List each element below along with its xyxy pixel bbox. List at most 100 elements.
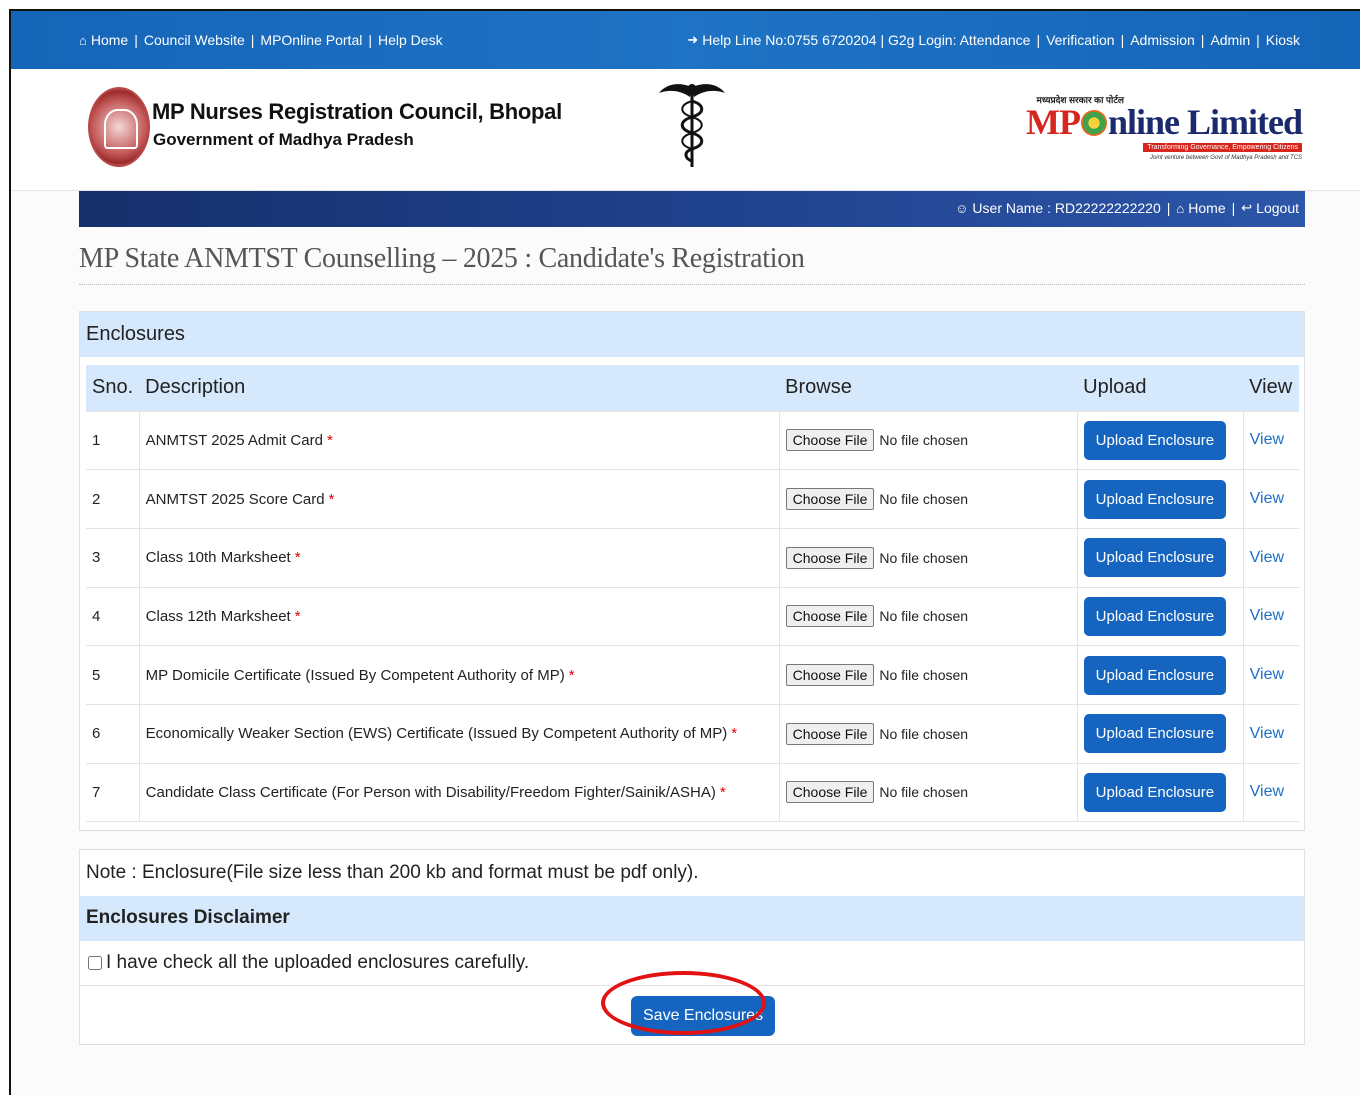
required-asterisk: * [719,783,726,801]
logout-link[interactable]: Logout [1256,200,1299,216]
table-row: 2 ANMTST 2025 Score Card * Choose File No fi… [86,469,1299,529]
view-link[interactable]: View [1250,783,1284,800]
col-description: Description [139,365,780,411]
row-description-text: Candidate Class Certificate (For Person … [145,783,716,801]
disclaimer-checkbox[interactable] [88,956,102,970]
row-upload: Upload Enclosure [1077,762,1244,823]
upload-enclosure-button[interactable]: Upload Enclosure [1083,772,1227,812]
table-row: 1 ANMTST 2025 Admit Card * Choose File No fi… [86,410,1299,470]
row-sno: 4 [86,586,140,646]
top-nav-left: ⌂ Home | Council Website | MPOnline Port… [79,32,443,48]
upload-enclosure-button[interactable]: Upload Enclosure [1083,479,1227,519]
file-input: Choose File No file chosen [785,781,1071,804]
row-description-text: MP Domicile Certificate (Issued By Compe… [145,666,565,684]
nav-admin-link[interactable]: Admin [1210,32,1250,48]
no-file-chosen-text: No file chosen [879,784,969,801]
choose-file-button[interactable]: Choose File [785,546,875,569]
upload-enclosure-button[interactable]: Upload Enclosure [1083,596,1227,636]
view-link[interactable]: View [1250,666,1284,683]
logout-icon: ↩ [1241,200,1253,215]
page-title: MP State ANMTST Counselling – 2025 : Can… [79,243,805,274]
row-description: Class 10th Marksheet * [139,527,780,588]
user-home-link[interactable]: Home [1188,200,1225,216]
row-description: ANMTST 2025 Score Card * [139,469,780,529]
file-input: Choose File No file chosen [785,546,1071,569]
top-nav-bar: ⌂ Home | Council Website | MPOnline Port… [11,11,1360,69]
nav-verification-link[interactable]: Verification [1046,32,1114,48]
nav-help-desk-link[interactable]: Help Desk [378,32,443,48]
row-sno: 7 [86,762,140,823]
username-label: User Name : RD22222222220 [972,200,1161,216]
row-description: Economically Weaker Section (EWS) Certif… [139,703,780,764]
enclosures-table-body: 1 ANMTST 2025 Admit Card * Choose File No fi… [86,410,1299,823]
title-divider [79,284,1305,285]
row-view: View [1243,762,1299,823]
choose-file-button[interactable]: Choose File [785,488,875,511]
top-nav-right: ➜ Help Line No:0755 6720204 | G2g Login:… [687,32,1300,48]
mponline-tagline: Transforming Governance, Empowering Citi… [1143,143,1302,152]
table-row: 4 Class 12th Marksheet * Choose File No file… [86,586,1299,646]
row-sno: 1 [86,410,140,470]
view-link[interactable]: View [1250,431,1284,448]
row-view: View [1243,469,1299,529]
required-asterisk: * [568,666,575,684]
row-description: Class 12th Marksheet * [139,586,780,646]
choose-file-button[interactable]: Choose File [785,664,875,687]
row-view: View [1243,410,1299,470]
upload-enclosure-button[interactable]: Upload Enclosure [1083,420,1227,460]
file-input: Choose File No file chosen [785,605,1071,628]
view-link[interactable]: View [1250,490,1284,507]
row-upload: Upload Enclosure [1077,645,1244,705]
nav-home-link[interactable]: Home [91,32,128,48]
choose-file-button[interactable]: Choose File [785,605,875,628]
view-link[interactable]: View [1250,725,1284,742]
mponline-logo: MP nline Limited [1026,102,1303,142]
row-description-text: Class 10th Marksheet [145,549,291,567]
page-frame: ⌂ Home | Council Website | MPOnline Port… [9,9,1360,1095]
highlight-ring-annotation [601,971,766,1035]
required-asterisk: * [328,490,335,508]
row-description-text: ANMTST 2025 Score Card [145,490,325,508]
view-link[interactable]: View [1250,607,1284,624]
nav-admission-link[interactable]: Admission [1130,32,1195,48]
row-upload: Upload Enclosure [1077,410,1244,470]
view-link[interactable]: View [1250,549,1284,566]
table-row: 6 Economically Weaker Section (EWS) Certi… [86,703,1299,764]
no-file-chosen-text: No file chosen [879,725,969,742]
row-view: View [1243,527,1299,588]
table-row: 7 Candidate Class Certificate (For Person… [86,762,1299,823]
required-asterisk: * [294,607,301,625]
row-upload: Upload Enclosure [1077,586,1244,646]
row-browse: Choose File No file chosen [779,586,1078,646]
nav-mponline-portal-link[interactable]: MPOnline Portal [260,32,362,48]
required-asterisk: * [326,431,333,449]
org-name: MP Nurses Registration Council, Bhopal [152,99,562,124]
choose-file-button[interactable]: Choose File [785,429,875,452]
choose-file-button[interactable]: Choose File [785,722,875,745]
org-subtitle: Government of Madhya Pradesh [153,130,414,149]
file-input: Choose File No file chosen [785,429,1071,452]
sign-in-icon: ➜ [687,32,699,47]
nav-council-website-link[interactable]: Council Website [144,32,245,48]
row-browse: Choose File No file chosen [779,762,1078,823]
nav-kiosk-link[interactable]: Kiosk [1266,32,1300,48]
upload-enclosure-button[interactable]: Upload Enclosure [1083,655,1227,695]
enclosures-table: Sno. Description Browse Upload View 1 ANM… [86,365,1299,823]
row-sno: 3 [86,527,140,588]
table-header-row: Sno. Description Browse Upload View [86,365,1299,411]
user-icon: ☺ [955,200,969,216]
row-browse: Choose File No file chosen [779,469,1078,529]
helpline-g2g-link[interactable]: Help Line No:0755 6720204 | G2g Login: A… [702,32,1030,48]
row-description: MP Domicile Certificate (Issued By Compe… [139,645,780,705]
upload-enclosure-button[interactable]: Upload Enclosure [1083,538,1227,578]
no-file-chosen-text: No file chosen [879,608,969,625]
upload-enclosure-button[interactable]: Upload Enclosure [1083,714,1227,754]
site-header: MP Nurses Registration Council, Bhopal G… [11,69,1360,191]
enclosures-panel: Enclosures Sno. Description Browse Uploa… [79,311,1305,831]
user-info: ☺ User Name : RD22222222220 | ⌂ Home | ↩… [955,200,1299,216]
row-view: View [1243,645,1299,705]
table-row: 3 Class 10th Marksheet * Choose File No file… [86,527,1299,588]
row-description-text: ANMTST 2025 Admit Card [145,431,323,449]
disclaimer-checkbox-label[interactable]: I have check all the uploaded enclosures… [106,952,529,974]
choose-file-button[interactable]: Choose File [785,781,875,804]
